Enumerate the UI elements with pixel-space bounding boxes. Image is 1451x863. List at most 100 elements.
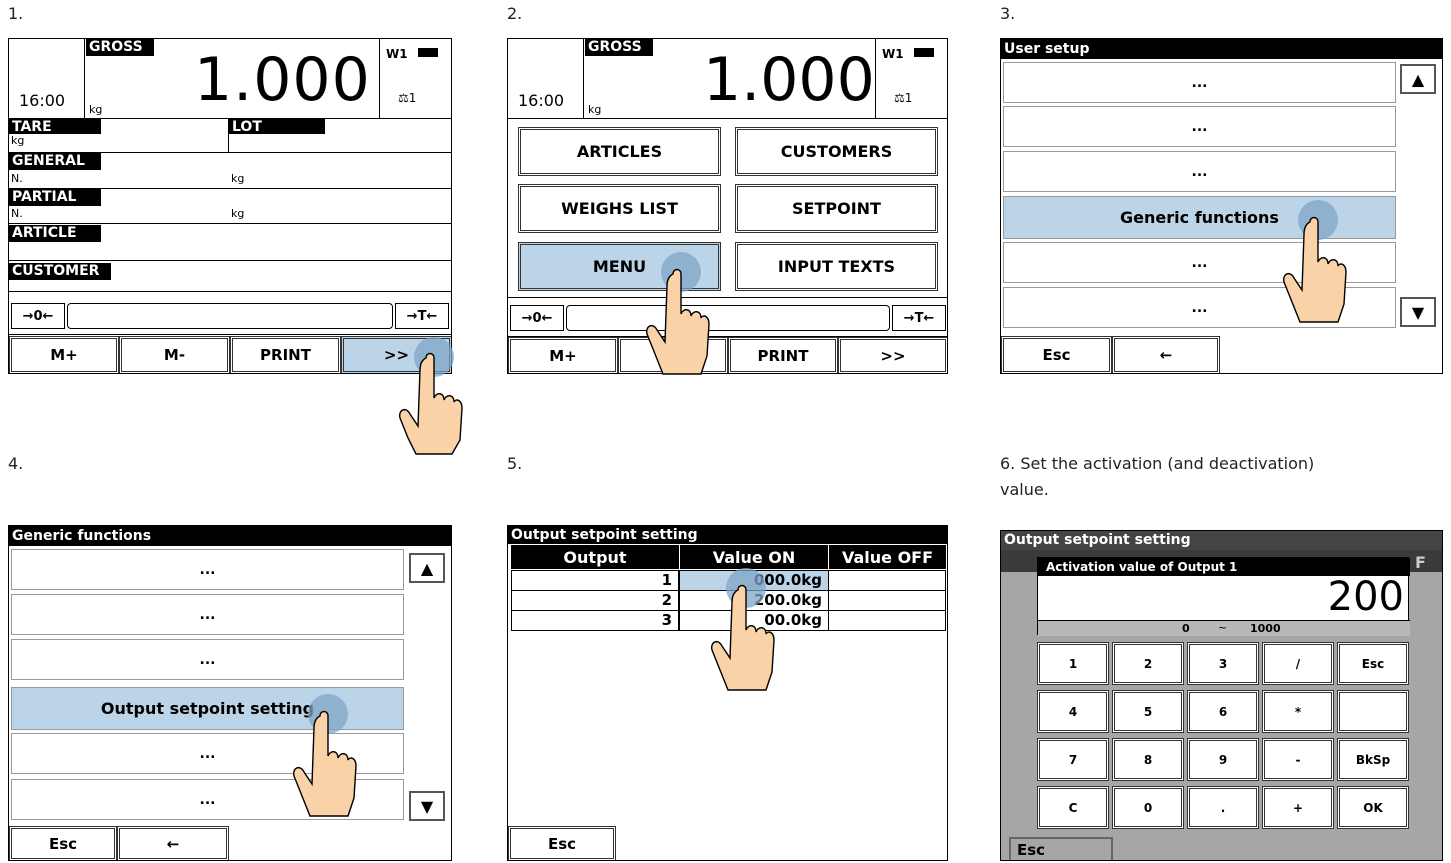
partial-n: N. xyxy=(11,207,23,220)
key-3[interactable]: 3 xyxy=(1187,642,1259,685)
table-cell-value-on[interactable]: 000.0kg xyxy=(679,570,829,591)
mminus-button[interactable]: M- xyxy=(119,336,230,373)
mplus-button[interactable]: M+ xyxy=(9,336,119,373)
gross-label: GROSS xyxy=(585,39,653,56)
key-2[interactable]: 2 xyxy=(1112,642,1184,685)
value-display[interactable]: 200 xyxy=(1328,574,1404,620)
lot-label: LOT xyxy=(229,119,325,135)
key-backspace[interactable]: BkSp xyxy=(1337,738,1409,781)
esc-button[interactable]: Esc xyxy=(9,826,117,860)
esc-button[interactable]: Esc xyxy=(508,826,616,860)
step-2-label: 2. xyxy=(507,4,523,23)
list-item[interactable]: ... xyxy=(1003,242,1396,283)
key-plus[interactable]: + xyxy=(1262,786,1334,829)
step-5-label: 5. xyxy=(507,454,523,473)
setpoint-button[interactable]: SETPOINT xyxy=(735,184,938,233)
generic-functions-title: Generic functions xyxy=(9,526,451,546)
list-item[interactable]: ... xyxy=(11,733,404,774)
keypad-screen-title: Output setpoint setting xyxy=(1001,531,1442,550)
key-4[interactable]: 4 xyxy=(1037,690,1109,733)
generic-functions-item[interactable]: Generic functions xyxy=(1003,196,1396,239)
step-1-label: 1. xyxy=(8,4,24,23)
output-setpoint-title: Output setpoint setting xyxy=(508,526,947,544)
list-item[interactable]: ... xyxy=(1003,287,1396,328)
mminus-button[interactable] xyxy=(618,337,728,373)
screen-weighing: 16:00 GROSS kg 1.000 W1 ⚖1 TARE kg LOT G… xyxy=(8,38,452,374)
time-text: 16:00 xyxy=(518,91,565,110)
customers-button[interactable]: CUSTOMERS xyxy=(735,127,938,176)
mplus-button[interactable]: M+ xyxy=(508,337,618,373)
scale-number: 1 xyxy=(904,91,913,105)
list-item[interactable]: ... xyxy=(11,639,404,680)
list-item[interactable]: ... xyxy=(1003,106,1396,147)
table-cell-output: 3 xyxy=(511,610,679,631)
article-label: ARTICLE xyxy=(9,225,101,242)
scroll-up-icon[interactable]: ▲ xyxy=(409,553,445,583)
scroll-down-icon[interactable]: ▼ xyxy=(1400,297,1436,327)
table-cell-value-on[interactable]: 00.0kg xyxy=(679,610,829,631)
print-button[interactable]: PRINT xyxy=(230,336,341,373)
back-button[interactable]: ← xyxy=(117,826,229,860)
more-button[interactable]: >> xyxy=(341,336,451,373)
tare-button[interactable]: →T← xyxy=(892,305,946,331)
zero-button[interactable]: →0← xyxy=(11,303,65,329)
more-button[interactable]: >> xyxy=(838,337,947,373)
print-button[interactable]: PRINT xyxy=(728,337,838,373)
output-setpoint-item[interactable]: Output setpoint setting xyxy=(11,687,404,730)
key-clear[interactable]: C xyxy=(1037,786,1109,829)
col-header-output: Output xyxy=(511,545,679,569)
key-minus[interactable]: - xyxy=(1262,738,1334,781)
list-item[interactable]: ... xyxy=(1003,151,1396,192)
key-1[interactable]: 1 xyxy=(1037,642,1109,685)
screen-user-setup: User setup ... ... ... Generic functions… xyxy=(1000,38,1443,374)
list-item[interactable]: ... xyxy=(11,549,404,590)
unit-label: kg xyxy=(89,103,103,116)
header-behind-letter: F xyxy=(1415,553,1426,572)
key-7[interactable]: 7 xyxy=(1037,738,1109,781)
weighs-list-button[interactable]: WEIGHS LIST xyxy=(518,184,721,233)
esc-button[interactable]: Esc xyxy=(1009,837,1113,860)
scroll-down-icon[interactable]: ▼ xyxy=(409,791,445,821)
articles-button[interactable]: ARTICLES xyxy=(518,127,721,176)
zero-button[interactable]: →0← xyxy=(510,305,564,331)
battery-icon xyxy=(418,48,438,57)
input-texts-button[interactable]: INPUT TEXTS xyxy=(735,242,938,291)
range-max: 1000 xyxy=(1250,622,1281,635)
table-cell-value-off[interactable] xyxy=(828,570,946,591)
general-unit: kg xyxy=(231,172,245,185)
key-divide[interactable]: / xyxy=(1262,642,1334,685)
col-header-value-off: Value OFF xyxy=(829,545,946,569)
scroll-up-icon[interactable]: ▲ xyxy=(1400,64,1436,94)
tare-button[interactable]: →T← xyxy=(395,303,449,329)
user-setup-title: User setup xyxy=(1001,39,1442,59)
key-8[interactable]: 8 xyxy=(1112,738,1184,781)
screen-output-setpoint: Output setpoint setting Output Value ON … xyxy=(507,525,948,861)
partial-unit: kg xyxy=(231,207,245,220)
key-ok[interactable]: OK xyxy=(1337,786,1409,829)
screen-generic-functions: Generic functions ... ... ... Output set… xyxy=(8,525,452,861)
list-item[interactable]: ... xyxy=(11,594,404,635)
key-decimal[interactable]: . xyxy=(1187,786,1259,829)
key-0[interactable]: 0 xyxy=(1112,786,1184,829)
partial-label: PARTIAL xyxy=(9,189,101,206)
list-item[interactable]: ... xyxy=(11,779,404,820)
weight-value: 1.000 xyxy=(703,45,875,115)
esc-button[interactable]: Esc xyxy=(1001,336,1112,373)
key-6[interactable]: 6 xyxy=(1187,690,1259,733)
key-esc[interactable]: Esc xyxy=(1337,642,1409,685)
table-cell-value-on[interactable]: 200.0kg xyxy=(679,590,829,611)
list-item[interactable]: ... xyxy=(1003,62,1396,103)
step-6-label-cont: value. xyxy=(1000,480,1049,499)
table-cell-value-off[interactable] xyxy=(828,610,946,631)
back-button[interactable]: ← xyxy=(1112,336,1220,373)
message-bar xyxy=(566,305,890,331)
key-5[interactable]: 5 xyxy=(1112,690,1184,733)
key-blank[interactable] xyxy=(1337,690,1409,733)
weight-value: 1.000 xyxy=(194,45,371,115)
key-9[interactable]: 9 xyxy=(1187,738,1259,781)
key-multiply[interactable]: * xyxy=(1262,690,1334,733)
menu-button[interactable]: MENU xyxy=(518,242,721,291)
message-bar xyxy=(67,303,393,329)
scale-number: 1 xyxy=(408,91,417,105)
table-cell-value-off[interactable] xyxy=(828,590,946,611)
